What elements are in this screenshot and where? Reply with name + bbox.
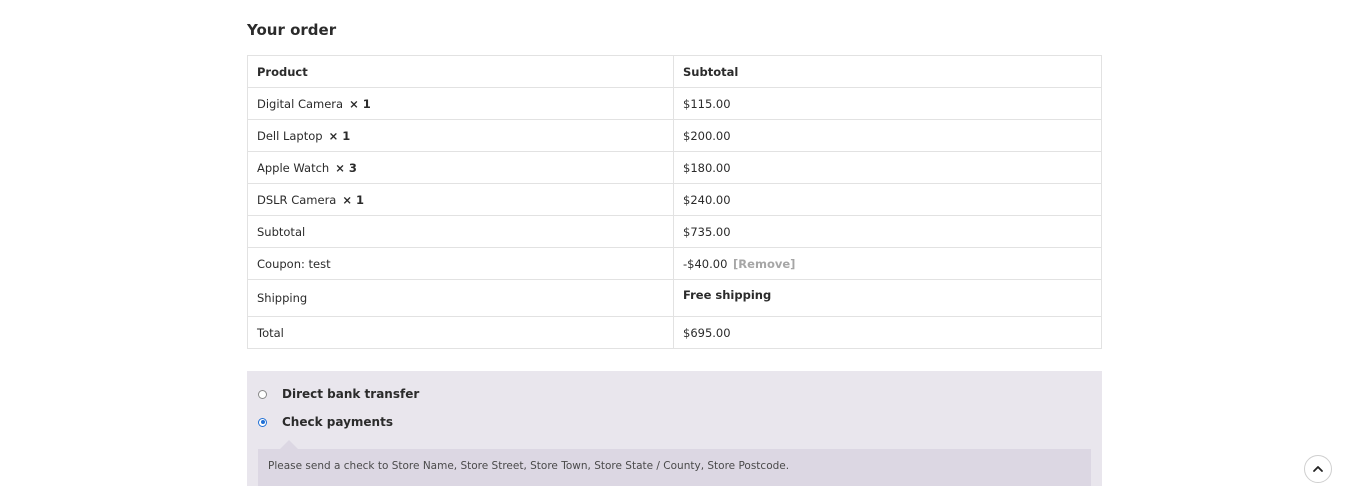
remove-coupon-link[interactable]: [Remove] (733, 257, 795, 271)
total-label: Total (247, 316, 674, 349)
product-quantity: × 1 (328, 128, 351, 143)
line-total: $200.00 (673, 119, 1102, 152)
table-row: Dell Laptop × 1 $200.00 (247, 119, 1102, 152)
table-header-row: Product Subtotal (247, 55, 1102, 88)
shipping-method: Free shipping (683, 288, 772, 302)
product-quantity: × 1 (342, 192, 364, 207)
product-name: Apple Watch (257, 160, 330, 175)
table-row: DSLR Camera × 1 $240.00 (247, 183, 1102, 216)
coupon-label: Coupon: test (247, 247, 674, 280)
product-name: Dell Laptop (257, 128, 323, 143)
coupon-discount: -$40.00 (683, 256, 728, 271)
subtotal-value: $735.00 (673, 215, 1102, 248)
product-cell: Dell Laptop × 1 (247, 119, 674, 152)
order-review-table: Product Subtotal Digital Camera × 1 $115.… (247, 55, 1102, 349)
product-name: Digital Camera (257, 96, 344, 111)
product-cell: DSLR Camera × 1 (247, 183, 674, 216)
table-row: Digital Camera × 1 $115.00 (247, 87, 1102, 120)
subtotal-row: Subtotal $735.00 (247, 215, 1102, 248)
chevron-up-icon (1313, 466, 1323, 472)
subtotal-label: Subtotal (247, 215, 674, 248)
product-cell: Digital Camera × 1 (247, 87, 674, 120)
payment-option-label[interactable]: Direct bank transfer (282, 387, 419, 401)
product-quantity: × 3 (335, 160, 357, 175)
shipping-cell: Free shipping (673, 279, 1102, 317)
check-payments-radio[interactable] (258, 417, 267, 427)
payment-option-label[interactable]: Check payments (282, 415, 393, 429)
product-name: DSLR Camera (257, 192, 337, 207)
product-column-header: Product (247, 55, 674, 88)
payment-methods: Direct bank transfer Check payments Plea… (247, 371, 1102, 486)
bank-transfer-radio[interactable] (258, 389, 267, 399)
shipping-label: Shipping (247, 279, 674, 317)
line-total: $115.00 (673, 87, 1102, 120)
coupon-cell: -$40.00 [Remove] (673, 247, 1102, 280)
line-total: $180.00 (673, 151, 1102, 184)
payment-option-bank-transfer[interactable]: Direct bank transfer (258, 387, 419, 401)
coupon-row: Coupon: test -$40.00 [Remove] (247, 247, 1102, 280)
payment-description: Please send a check to Store Name, Store… (258, 440, 1091, 486)
total-value: $695.00 (673, 316, 1102, 349)
shipping-row: Shipping Free shipping (247, 279, 1102, 317)
subtotal-column-header: Subtotal (673, 55, 1102, 88)
payment-option-check[interactable]: Check payments (258, 415, 393, 429)
table-row: Apple Watch × 3 $180.00 (247, 151, 1102, 184)
checkout-page: Your order Product Subtotal Digital Came… (0, 0, 1350, 486)
order-title: Your order (247, 21, 337, 39)
product-cell: Apple Watch × 3 (247, 151, 674, 184)
scroll-to-top-button[interactable] (1304, 455, 1332, 483)
total-row: Total $695.00 (247, 316, 1102, 349)
product-quantity: × 1 (349, 96, 371, 111)
line-total: $240.00 (673, 183, 1102, 216)
